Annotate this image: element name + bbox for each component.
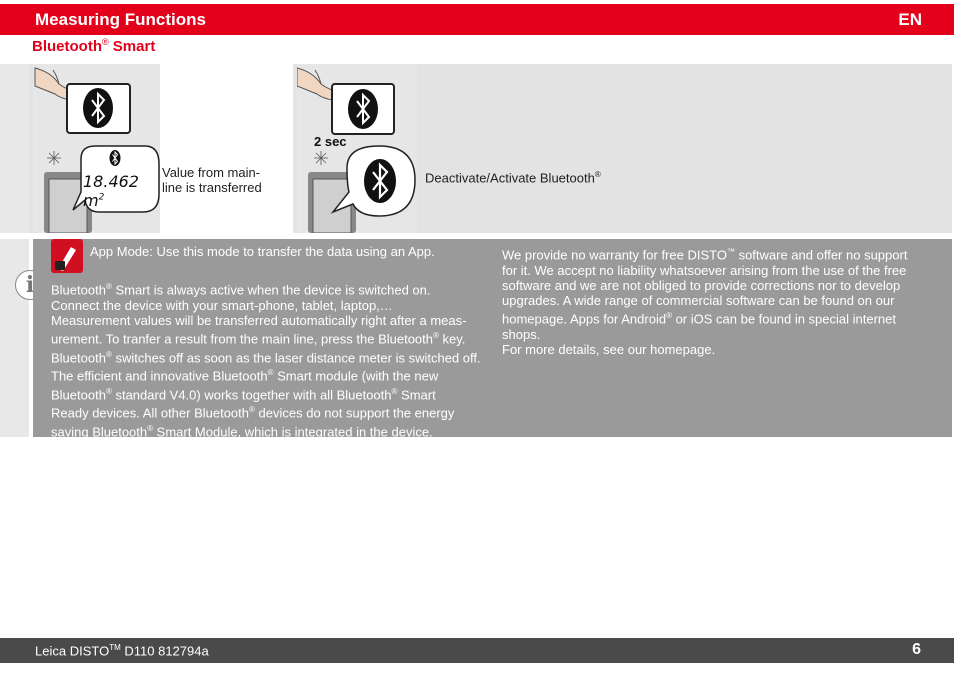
press-duration: 2 sec bbox=[314, 134, 347, 149]
info-box: App Mode: Use this mode to transfer the … bbox=[33, 239, 952, 440]
page-number: 6 bbox=[912, 641, 921, 658]
info-margin-strip bbox=[0, 239, 29, 437]
bluetooth-symbol-icon bbox=[364, 159, 396, 203]
bluetooth-symbol-icon bbox=[109, 150, 121, 166]
laser-icon bbox=[47, 151, 61, 165]
language-label: EN bbox=[898, 10, 922, 29]
illustration-transfer: 18.462 m2 bbox=[33, 64, 160, 234]
toggle-caption: Deactivate/Activate Bluetooth® bbox=[425, 170, 601, 186]
illustration-toggle: 2 sec bbox=[296, 64, 417, 234]
info-paragraph-2: Measurement values will be transferred a… bbox=[51, 313, 481, 440]
app-mode-icon bbox=[51, 239, 83, 273]
warranty-paragraph: We provide no warranty for free DISTO™ s… bbox=[502, 247, 908, 357]
bluetooth-key-icon bbox=[66, 83, 131, 134]
info-paragraph-1: Bluetooth® Smart is always active when t… bbox=[51, 282, 431, 313]
bluetooth-key-icon bbox=[331, 83, 395, 135]
footer-product: Leica DISTOTM D110 812794a bbox=[35, 643, 209, 659]
page-footer: Leica DISTOTM D110 812794a 6 bbox=[0, 638, 954, 663]
display-value: 18.462 m2 bbox=[83, 172, 139, 210]
transfer-caption: Value from main- line is transferred bbox=[162, 165, 262, 195]
toggle-caption-panel: Deactivate/Activate Bluetooth® bbox=[417, 64, 952, 233]
section-title: Bluetooth® Smart bbox=[32, 37, 156, 55]
margin-strip bbox=[0, 64, 29, 233]
laser-icon bbox=[314, 151, 328, 165]
page-header: Measuring Functions EN bbox=[0, 4, 954, 35]
app-mode-text: App Mode: Use this mode to transfer the … bbox=[90, 244, 435, 259]
transfer-caption-panel: Value from main- line is transferred bbox=[160, 64, 293, 233]
header-title: Measuring Functions bbox=[35, 10, 206, 29]
